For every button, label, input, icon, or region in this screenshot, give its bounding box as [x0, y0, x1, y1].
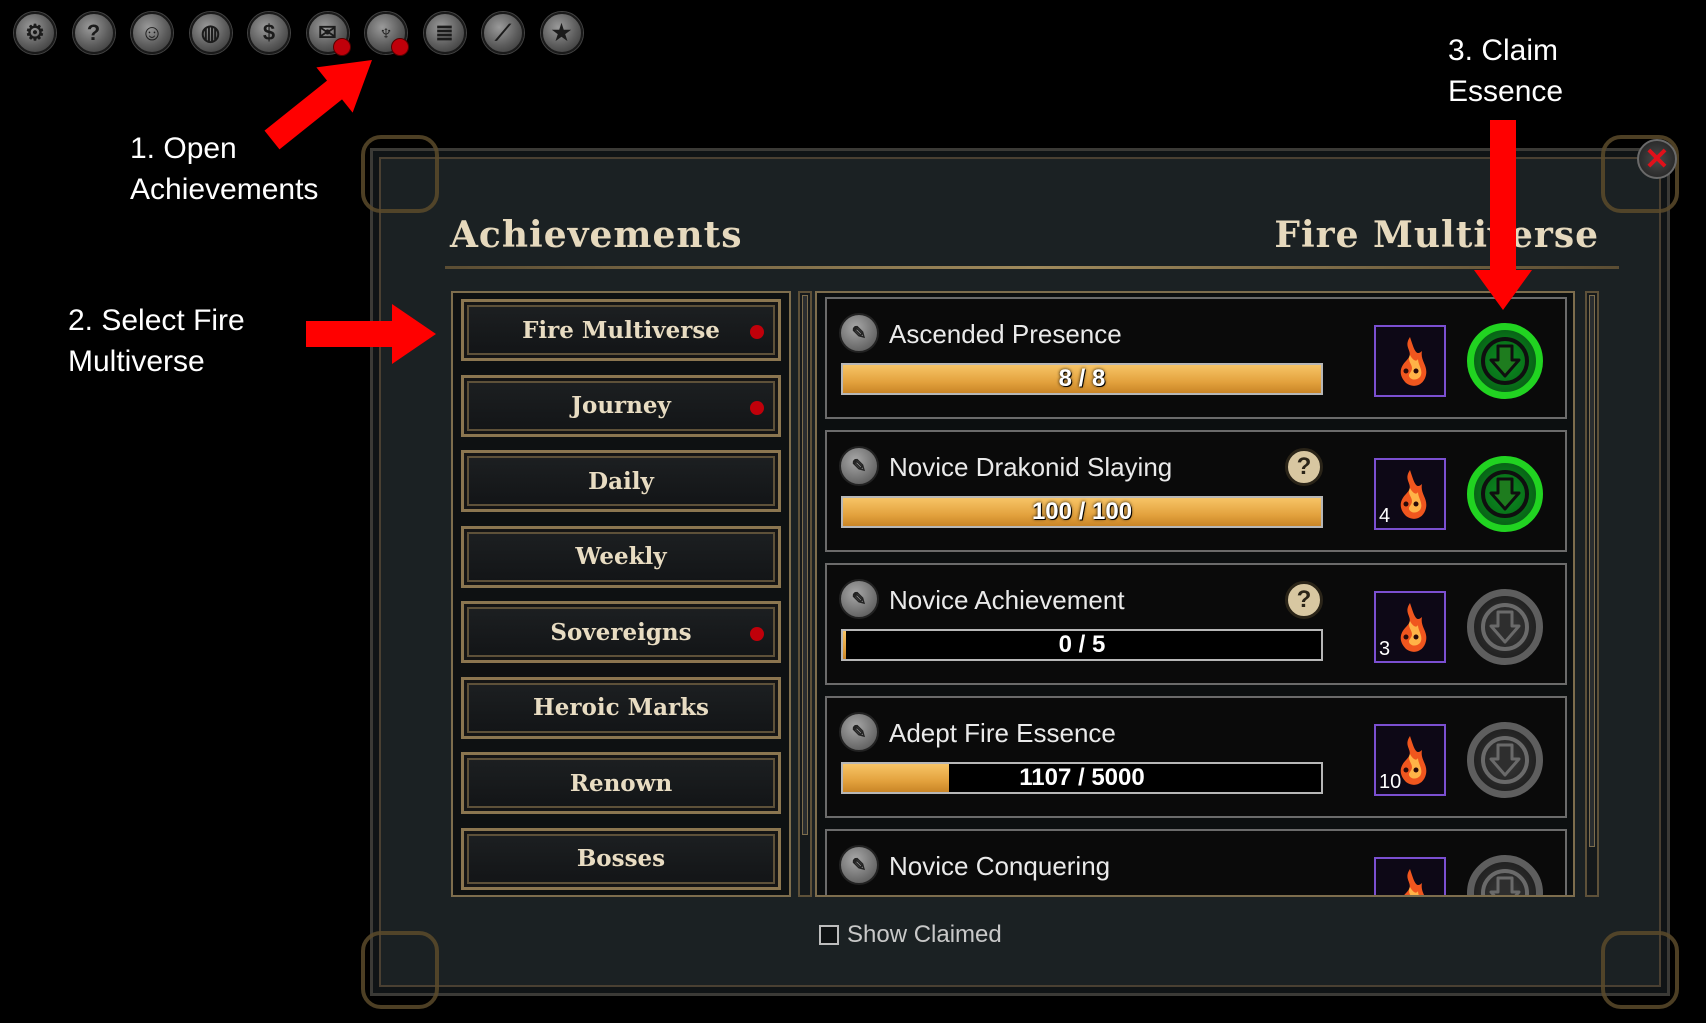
annotation-arrow [1474, 120, 1532, 310]
annotation-arrow [306, 304, 436, 364]
annotation-arrows [264, 60, 1532, 364]
annotation-arrow [264, 60, 372, 150]
